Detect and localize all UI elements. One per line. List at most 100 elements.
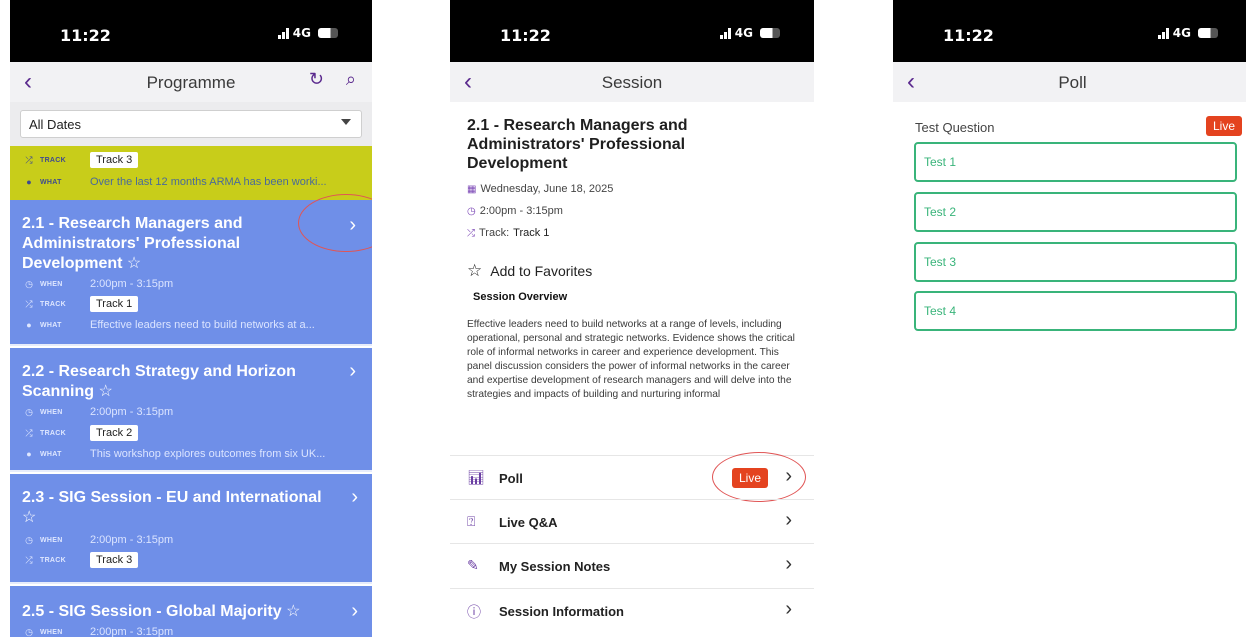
chevron-right-icon: › xyxy=(785,509,792,531)
track-label: Track: xyxy=(479,227,510,239)
menu-row-live-qa[interactable]: ⍰ Live Q&A › xyxy=(450,499,814,543)
chevron-right-icon: › xyxy=(785,553,792,575)
signal-bars-icon xyxy=(1157,27,1169,39)
session-card[interactable]: 2.3 - SIG Session - EU and International… xyxy=(10,474,372,584)
calendar-icon: ▦ xyxy=(467,183,477,195)
when-text: 2:00pm - 3:15pm xyxy=(90,534,174,546)
star-icon[interactable]: ☆ xyxy=(286,603,300,620)
session-title: 2.1 - Research Managers and Administrato… xyxy=(22,215,243,272)
nav-bar: ‹ Session xyxy=(450,62,814,102)
track-row: ⤮ TRACK Track 1 xyxy=(24,296,139,312)
status-bar: 11:22 4G xyxy=(10,0,372,62)
when-text: 2:00pm - 3:15pm xyxy=(90,278,174,290)
info-icon: ● xyxy=(26,449,32,459)
date-row: ▦ Wednesday, June 18, 2025 xyxy=(467,183,613,195)
add-to-favorites[interactable]: ☆ Add to Favorites xyxy=(467,261,592,281)
pencil-icon: ✎ xyxy=(467,557,479,573)
info-icon: ● xyxy=(26,177,32,187)
menu-row-session-info[interactable]: ⓘ Session Information › xyxy=(450,588,814,632)
track-label: TRACK xyxy=(40,300,66,308)
question-icon: ⍰ xyxy=(467,513,476,529)
track-label: TRACK xyxy=(40,156,66,164)
menu-row-notes[interactable]: ✎ My Session Notes › xyxy=(450,543,814,587)
favorites-label: Add to Favorites xyxy=(490,263,593,279)
clock-icon: ◷ xyxy=(25,534,33,545)
menu-label: Poll xyxy=(499,471,523,486)
poll-option[interactable]: Test 3 xyxy=(914,242,1237,282)
when-text: 2:00pm - 3:15pm xyxy=(90,626,174,637)
session-title: 2.5 - SIG Session - Global Majority ☆ xyxy=(22,603,301,620)
when-label: WHEN xyxy=(40,408,63,416)
date-filter-select[interactable]: All Dates xyxy=(20,110,362,138)
signal-indicator: 4G xyxy=(1157,26,1218,40)
poll-option-label: Test 1 xyxy=(924,155,957,169)
what-row: ● WHAT Effective leaders need to build n… xyxy=(24,317,315,333)
network-label: 4G xyxy=(1172,26,1191,40)
info-icon: ● xyxy=(26,320,32,330)
track-value: Track 1 xyxy=(513,227,550,239)
clock-icon: ◷ xyxy=(25,278,33,289)
highlight-circle xyxy=(712,452,806,502)
what-text: Effective leaders need to build networks… xyxy=(90,319,315,331)
session-card[interactable]: 2.5 - SIG Session - Global Majority ☆ › … xyxy=(10,586,372,637)
track-row: ⤮ TRACK Track 2 xyxy=(24,425,139,441)
battery-icon xyxy=(1198,28,1218,38)
track-label: TRACK xyxy=(40,429,66,437)
date-filter-value: All Dates xyxy=(29,117,82,132)
track-row: ⤮ Track: Track 1 xyxy=(467,227,549,239)
what-row: ● WHAT Over the last 12 months ARMA has … xyxy=(24,174,326,190)
session-screen: 11:22 4G ‹ Session 2.1 - Research Manage… xyxy=(450,0,814,637)
programme-screen: 11:22 4G ‹ Programme ↻ ⌕ All Dates ⤮ TRA… xyxy=(10,0,372,637)
track-row: ⤮ TRACK Track 3 xyxy=(24,152,139,168)
live-badge: Live xyxy=(1205,116,1242,136)
menu-label: Live Q&A xyxy=(499,515,558,530)
when-text: 2:00pm - 3:15pm xyxy=(90,406,174,418)
chevron-right-icon[interactable]: › xyxy=(349,360,356,383)
date-filter-bar: All Dates xyxy=(10,102,372,146)
star-icon[interactable]: ☆ xyxy=(98,383,112,400)
session-time: 2:00pm - 3:15pm xyxy=(479,205,563,217)
poll-option-label: Test 2 xyxy=(924,205,957,219)
battery-icon xyxy=(760,28,780,38)
star-icon[interactable]: ☆ xyxy=(22,509,36,526)
chevron-right-icon[interactable]: › xyxy=(351,600,358,623)
status-bar: 11:22 4G xyxy=(893,0,1246,62)
status-time: 11:22 xyxy=(943,26,994,45)
shuffle-icon: ⤮ xyxy=(25,554,33,565)
when-row: ◷ WHEN 2:00pm - 3:15pm xyxy=(24,276,173,292)
poll-option-label: Test 4 xyxy=(924,304,957,318)
nav-bar: ‹ Poll xyxy=(893,62,1246,102)
session-card-track3[interactable]: ⤮ TRACK Track 3 ● WHAT Over the last 12 … xyxy=(10,146,372,200)
search-icon[interactable]: ⌕ xyxy=(346,69,356,90)
what-label: WHAT xyxy=(40,321,62,329)
track-label: TRACK xyxy=(40,556,66,564)
signal-bars-icon xyxy=(719,27,731,39)
session-card[interactable]: 2.2 - Research Strategy and Horizon Scan… xyxy=(10,348,372,472)
menu-label: Session Information xyxy=(499,604,624,619)
refresh-icon[interactable]: ↻ xyxy=(309,69,324,90)
signal-bars-icon xyxy=(277,27,289,39)
poll-option[interactable]: Test 2 xyxy=(914,192,1237,232)
when-row: ◷ WHEN 2:00pm - 3:15pm xyxy=(24,404,173,420)
session-title: 2.1 - Research Managers and Administrato… xyxy=(467,117,688,172)
clock-icon: ◷ xyxy=(25,626,33,637)
status-time: 11:22 xyxy=(500,26,551,45)
time-row: ◷ 2:00pm - 3:15pm xyxy=(467,205,563,217)
track-pill: Track 1 xyxy=(90,296,139,312)
when-row: ◷ WHEN 2:00pm - 3:15pm xyxy=(24,532,173,548)
overview-text: Effective leaders need to build networks… xyxy=(467,319,795,400)
signal-indicator: 4G xyxy=(719,26,780,40)
shuffle-icon: ⤮ xyxy=(25,298,33,309)
poll-option[interactable]: Test 1 xyxy=(914,142,1237,182)
nav-bar: ‹ Programme ↻ ⌕ xyxy=(10,62,372,102)
star-icon[interactable]: ☆ xyxy=(127,255,141,272)
track-pill: Track 2 xyxy=(90,425,139,441)
what-label: WHAT xyxy=(40,450,62,458)
poll-screen: 11:22 4G ‹ Poll Test Question Live Test … xyxy=(893,0,1246,637)
session-title: 2.3 - SIG Session - EU and International… xyxy=(22,489,322,526)
chevron-right-icon: › xyxy=(785,598,792,620)
poll-option[interactable]: Test 4 xyxy=(914,291,1237,331)
shuffle-icon: ⤮ xyxy=(25,154,33,165)
network-label: 4G xyxy=(292,26,311,40)
chevron-right-icon[interactable]: › xyxy=(351,486,358,509)
